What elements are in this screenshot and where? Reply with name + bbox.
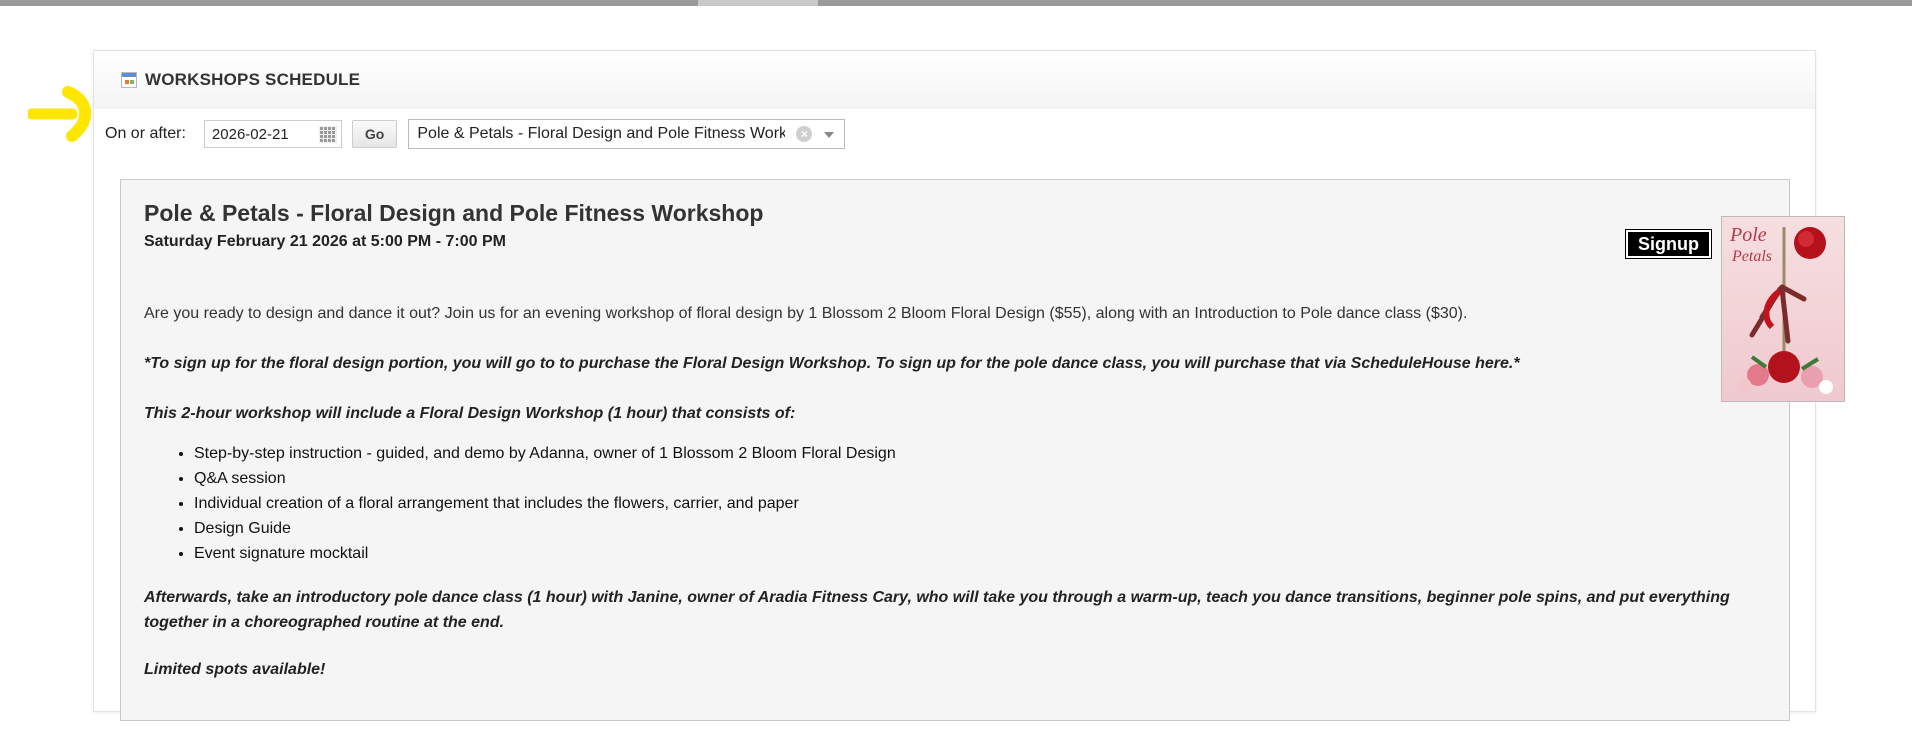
includes-heading: This 2-hour workshop will include a Flor… [144,405,796,422]
list-item: Step-by-step instruction - guided, and d… [194,441,896,466]
signup-note: *To sign up for the floral design portio… [144,355,1520,372]
list-item: Individual creation of a floral arrangem… [194,491,896,516]
afterwards-text: Afterwards, take an introductory pole da… [144,589,1730,631]
calendar-icon [121,72,137,88]
browser-scrollbar[interactable] [0,0,1912,6]
clear-selection-icon[interactable]: × [796,126,813,142]
date-field[interactable] [203,120,342,148]
event-datetime: Saturday February 21 2026 at 5:00 PM - 7… [144,233,506,250]
workshop-select-value: Pole & Petals - Floral Design and Pole F… [417,125,786,142]
workshop-select[interactable]: Pole & Petals - Floral Design and Pole F… [408,119,846,149]
list-item: Design Guide [194,516,896,541]
list-item: Q&A session [194,466,896,491]
event-intro: Are you ready to design and dance it out… [144,305,1468,322]
poster-title-line1: Pole [1729,224,1767,246]
panel-header: WORKSHOPS SCHEDULE [94,51,1815,109]
event-title: Pole & Petals - Floral Design and Pole F… [144,200,764,226]
panel-title: WORKSHOPS SCHEDULE [145,70,361,89]
on-or-after-label: On or after: [105,125,186,142]
limited-spots-text: Limited spots available! [144,661,326,678]
event-content: Pole & Petals - Floral Design and Pole F… [144,200,1768,678]
chevron-down-icon[interactable] [824,132,835,138]
filter-row: On or after: Go Pole & Petals - Floral D… [105,119,846,149]
calendar-picker-icon[interactable] [318,126,337,143]
signup-button[interactable]: Signup [1625,229,1712,259]
poster-title-line2: Petals [1731,248,1772,265]
list-item: Event signature mocktail [194,541,896,566]
go-button[interactable]: Go [351,120,398,148]
yellow-arrow-annotation-icon [28,86,92,142]
includes-list: Step-by-step instruction - guided, and d… [144,441,896,566]
event-poster-image[interactable]: Pole Petals [1721,216,1845,402]
date-input[interactable] [211,125,312,143]
workshops-schedule-panel: WORKSHOPS SCHEDULE On or after: Go Pole … [93,50,1845,721]
poster-artwork: Pole Petals [1722,217,1844,401]
scrollbar-thumb[interactable] [698,0,818,6]
event-card: Pole & Petals - Floral Design and Pole F… [120,179,1845,721]
